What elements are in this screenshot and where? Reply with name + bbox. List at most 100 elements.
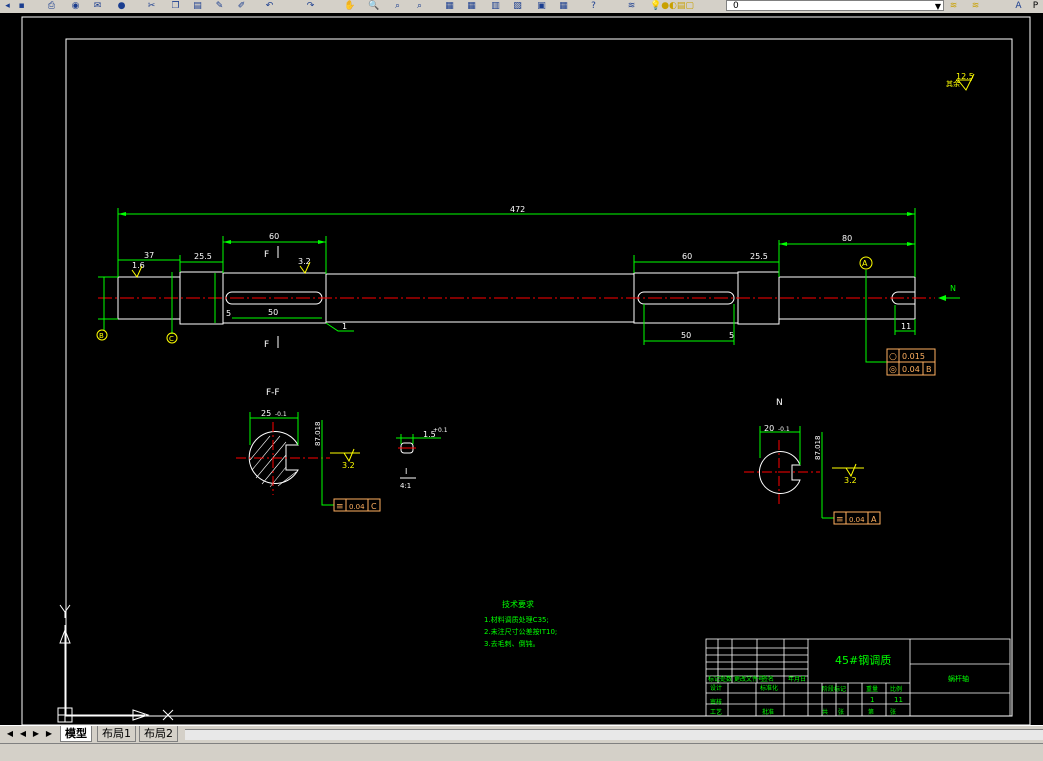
section-ff-depth-dim: 87.018: [314, 422, 322, 447]
design-center-icon[interactable]: ▦: [466, 1, 477, 11]
dimension-arrows: [118, 212, 915, 246]
layer-states-icon[interactable]: ≋: [970, 1, 981, 11]
datum-markers: [96, 256, 873, 344]
dim-keyseat-right-60: 60: [682, 252, 692, 261]
undo-arrow-icon[interactable]: ↶: [264, 1, 275, 11]
detail-i-tol: +0.1: [433, 427, 448, 434]
model-space-canvas[interactable]: 其余 12.5 N 472 37 25.5 60 50 5 60 25.5 80…: [0, 13, 1043, 726]
detail-i-label: I: [405, 467, 407, 476]
section-f-bottom: F: [264, 340, 269, 350]
dimension-lines: [98, 208, 916, 363]
layer-state-icons[interactable]: 💡●◐▤▢: [650, 1, 710, 11]
pan-icon[interactable]: ✋: [344, 1, 355, 11]
section-n-depth-dim: 87.018: [814, 436, 822, 461]
tolerance-frame-2: ◎ 0.04 B: [886, 361, 936, 376]
layer-manager-icon[interactable]: ≋: [626, 1, 637, 11]
section-n-tol-value: 0.04: [849, 516, 865, 524]
section-n-tol-datum: A: [871, 515, 877, 524]
help-icon[interactable]: ?: [588, 1, 599, 11]
layer-dropdown[interactable]: 0 ▼: [726, 0, 944, 11]
layer-value: 0: [733, 1, 739, 11]
text-style-icon[interactable]: A: [1013, 1, 1024, 11]
dim-keyseat-left-5: 5: [226, 309, 231, 318]
tol-symbol-roundness: ○: [889, 352, 897, 362]
tolerance-frame-1: ○ 0.015: [886, 348, 936, 363]
tol-value-1: 0.015: [902, 352, 925, 361]
title-block-part-name: 蜗杆轴: [948, 674, 969, 683]
redo-arrow-icon[interactable]: ↷: [305, 1, 316, 11]
last-tab-icon[interactable]: ▶: [43, 728, 55, 740]
paste-icon[interactable]: ▤: [192, 1, 203, 11]
section-n-roughness: 3.2: [844, 476, 857, 485]
section-ff-tol-value: 0.04: [349, 503, 365, 511]
dim-overall: 472: [510, 205, 525, 214]
plot-icon[interactable]: ●: [116, 1, 127, 11]
dim-keyseat-right-5: 5: [729, 331, 734, 340]
ucs-icon: [57, 604, 174, 723]
tab-layout2[interactable]: 布局2: [139, 726, 178, 742]
text-style-label: P: [1032, 1, 1039, 11]
tol-symbol-concentricity: ◎: [889, 365, 897, 375]
datum-a-label: A: [862, 259, 868, 268]
cut-icon[interactable]: ✂: [146, 1, 157, 11]
tech-req-title: 技术要求: [502, 599, 534, 609]
leader-1-label: 1: [342, 322, 347, 331]
properties-icon[interactable]: ▦: [444, 1, 455, 11]
title-row2-stage: 阶段标记: [822, 685, 846, 693]
preview-icon[interactable]: ◉: [70, 1, 81, 11]
section-n-title: N: [776, 398, 783, 408]
title-row3-total: 共: [822, 708, 828, 716]
prev-tab-icon[interactable]: ◀: [17, 728, 29, 740]
tol-value-2: 0.04: [902, 365, 920, 374]
tab-layout1[interactable]: 布局1: [97, 726, 136, 742]
title-block-material: 45#钢调质: [835, 654, 891, 667]
zoom-window-icon[interactable]: ⌕: [392, 1, 403, 11]
section-n: N 20 -0.1 87.018 3.2 ≡ 0.04 A: [744, 398, 881, 525]
dim-keyseat-left-60: 60: [269, 232, 279, 241]
dim-keyseat-left-50: 50: [268, 308, 278, 317]
match-properties-icon[interactable]: ✎: [214, 1, 225, 11]
title-row2-standard: 标准化: [760, 684, 778, 692]
layout-tab-bar: ◀ ◀ ▶ ▶ 模型 布局1 布局2: [0, 725, 1043, 743]
sheet-set-icon[interactable]: ▧: [512, 1, 523, 11]
sheet-inner-frame: [65, 38, 1013, 717]
horizontal-scrollbar[interactable]: [185, 729, 1043, 740]
undo-icon[interactable]: ◂: [2, 1, 13, 11]
detail-i-scale: 4:1: [400, 482, 411, 490]
title-block-sheet: 11: [894, 696, 903, 704]
section-ff-width-tol: -0.1: [275, 411, 287, 418]
roughness-1-6: 1.6: [132, 261, 145, 270]
tech-req-line-3: 3.去毛刺、倒钝。: [484, 639, 540, 648]
print-icon[interactable]: ⎙: [46, 1, 57, 11]
title-row-label-mark: 标记: [708, 675, 720, 683]
block-editor-icon[interactable]: ✐: [236, 1, 247, 11]
chevron-down-icon[interactable]: ▼: [935, 1, 941, 12]
title-row-label-sign: 签名: [762, 675, 774, 683]
markup-icon[interactable]: ▣: [536, 1, 547, 11]
copy-icon[interactable]: ❐: [170, 1, 181, 11]
save-icon[interactable]: ▪: [16, 1, 27, 11]
tab-model[interactable]: 模型: [60, 726, 92, 742]
section-ff-width-dim: 25: [261, 409, 271, 418]
title-row3-process: 工艺: [710, 708, 722, 716]
title-row-label-date: 年月日: [788, 675, 806, 683]
dim-keyseat-right-25-5: 25.5: [750, 252, 768, 261]
zoom-previous-icon[interactable]: ⌕: [414, 1, 425, 11]
tool-palettes-icon[interactable]: ▥: [490, 1, 501, 11]
section-n-width-tol: -0.1: [778, 426, 790, 433]
section-ff-title: F-F: [266, 388, 280, 398]
zoom-realtime-icon[interactable]: 🔍: [368, 1, 379, 11]
dim-right-80: 80: [842, 234, 852, 243]
datum-b-label: B: [99, 332, 104, 340]
title-row-label-count: 处数: [720, 675, 732, 683]
section-f-top: F: [264, 250, 269, 260]
publish-icon[interactable]: ✉: [92, 1, 103, 11]
layer-previous-icon[interactable]: ≋: [948, 1, 959, 11]
first-tab-icon[interactable]: ◀: [4, 728, 16, 740]
dim-keyseat-right-50: 50: [681, 331, 691, 340]
title-block-scale: 1: [870, 696, 874, 704]
next-tab-icon[interactable]: ▶: [30, 728, 42, 740]
technical-requirements: 技术要求 1.材料调质处理C35; 2.未注尺寸公差按IT10; 3.去毛刺、倒…: [484, 599, 557, 648]
calculator-icon[interactable]: ▦: [558, 1, 569, 11]
datum-c-label: C: [169, 335, 174, 343]
